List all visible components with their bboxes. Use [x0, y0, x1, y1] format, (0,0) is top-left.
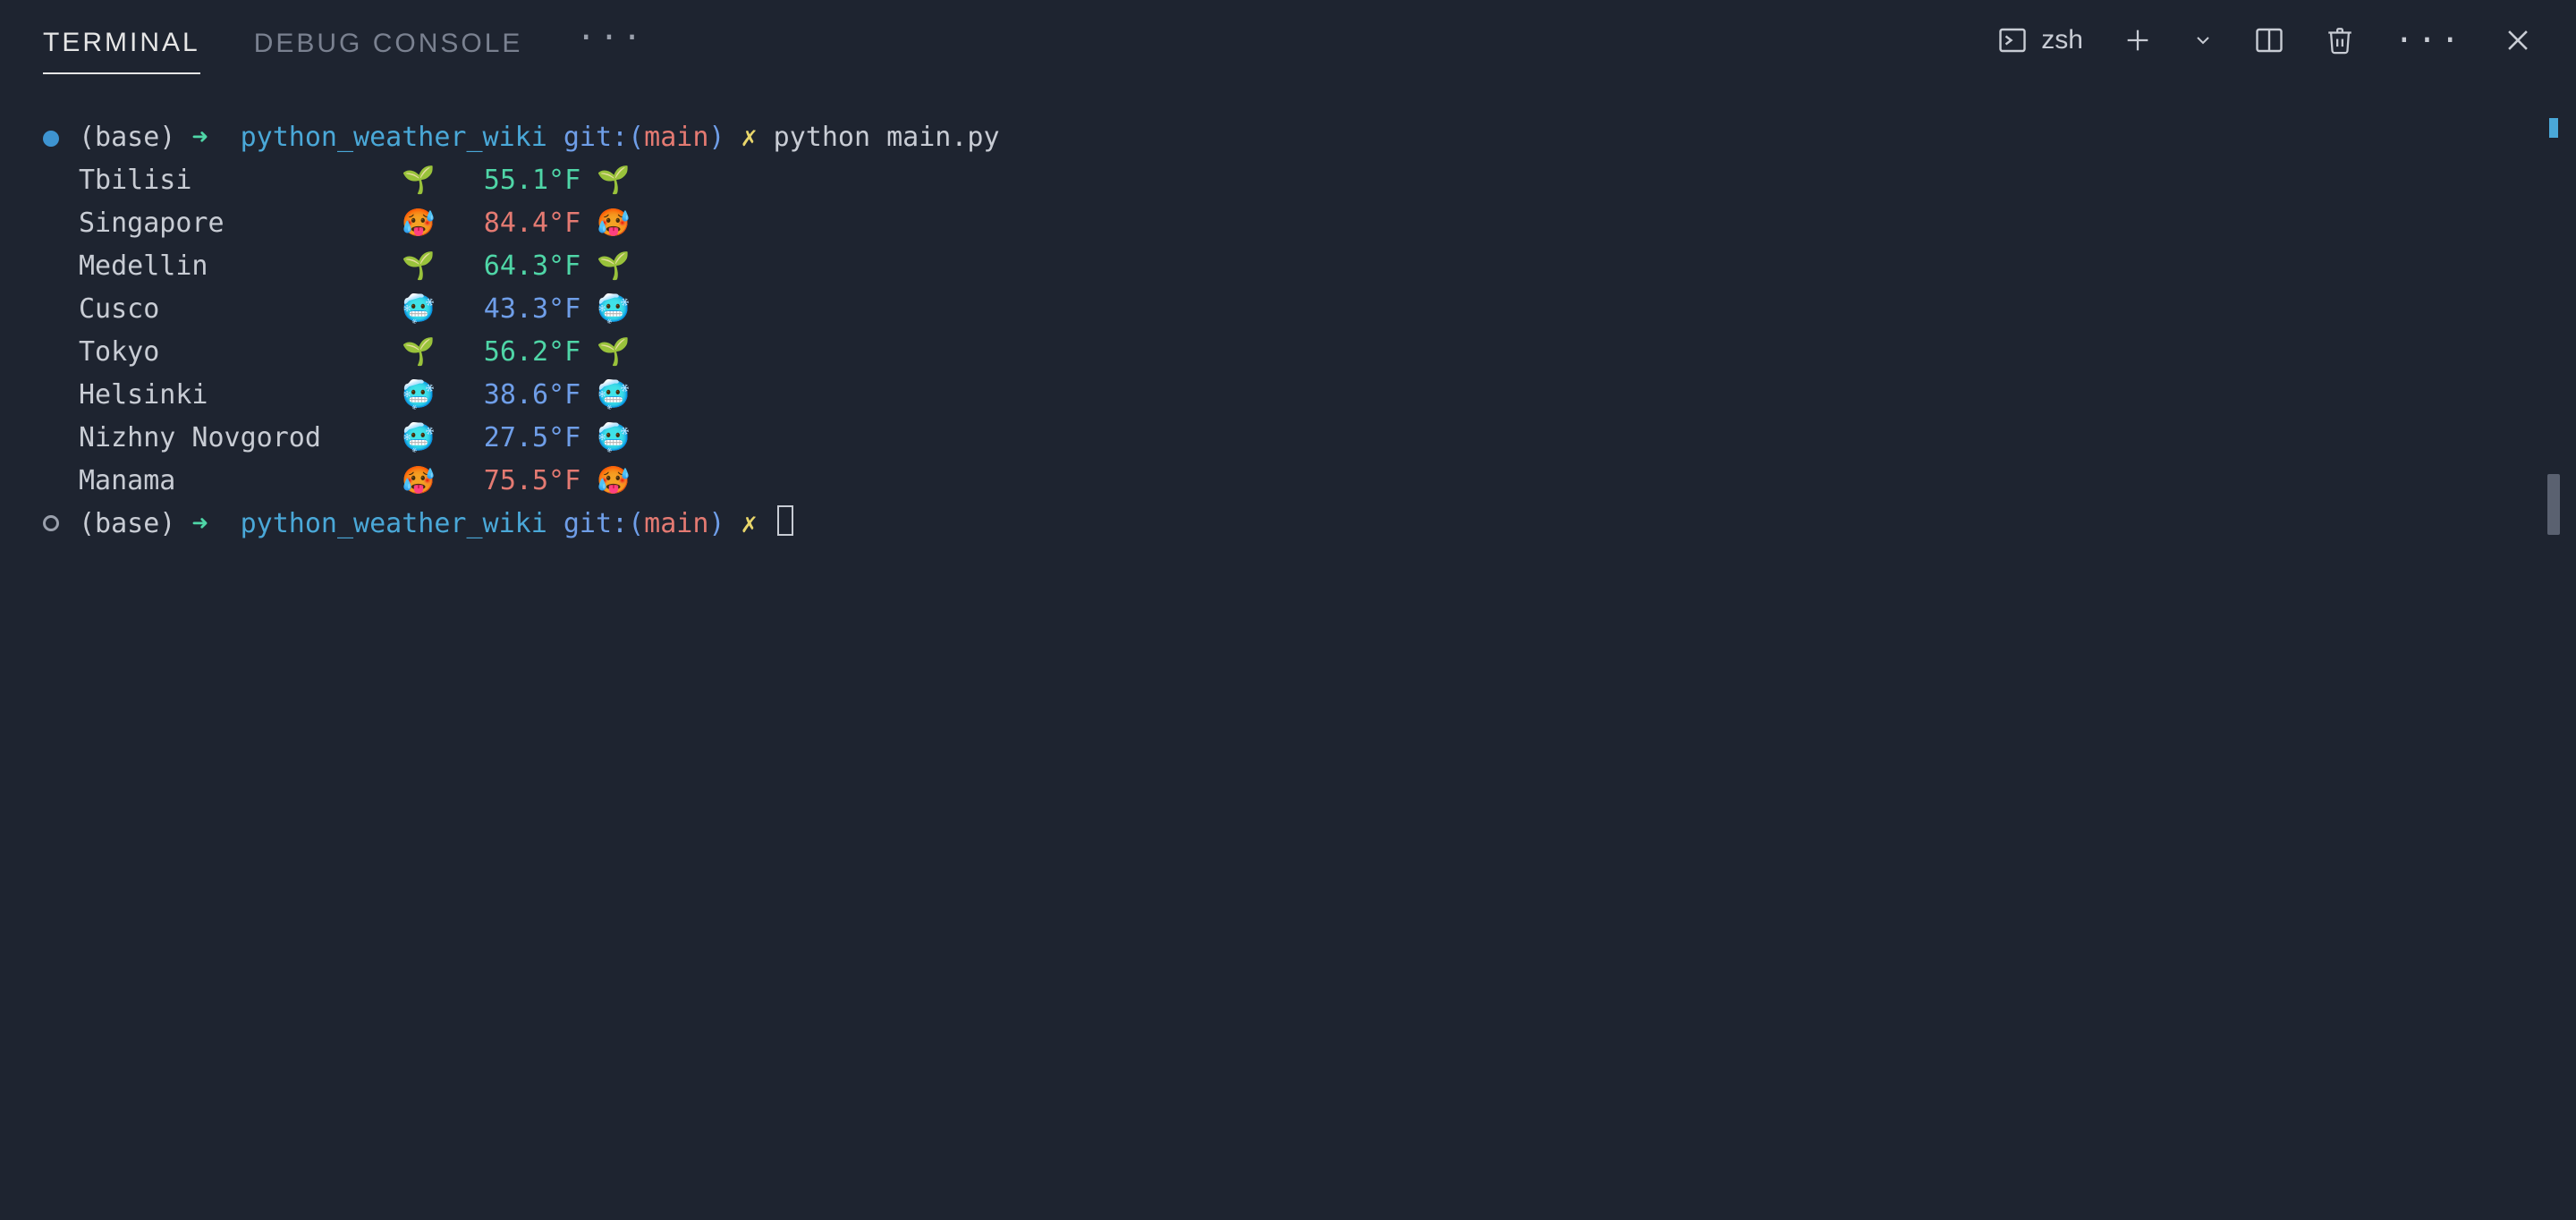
cwd: python_weather_wiki: [241, 122, 547, 153]
git-dirty-icon: ✗: [741, 508, 758, 539]
city-name: Manama: [79, 465, 402, 496]
output-row: Nizhny Novgorod 🥶 27.5°F 🥶: [43, 417, 2533, 460]
city-name: Cusco: [79, 293, 402, 325]
weather-emoji: 🌱: [402, 250, 435, 282]
temperature: 55.1°F: [452, 165, 581, 196]
tabs-overflow-icon[interactable]: ···: [576, 20, 645, 62]
weather-emoji: 🥶: [402, 379, 435, 411]
scrollbar-thumb[interactable]: [2547, 474, 2560, 535]
city-name: Tbilisi: [79, 165, 402, 196]
output-row: Cusco 🥶 43.3°F 🥶: [43, 288, 2533, 331]
git-paren-close: ): [708, 122, 724, 153]
output-row: Helsinki 🥶 38.6°F 🥶: [43, 374, 2533, 417]
kill-terminal-button[interactable]: [2325, 23, 2355, 57]
prompt-line-2: (base) ➜ python_weather_wiki git:(main) …: [43, 503, 2533, 546]
new-terminal-button[interactable]: [2123, 25, 2153, 55]
temperature: 43.3°F: [452, 293, 581, 325]
temperature: 75.5°F: [452, 465, 581, 496]
weather-emoji: 🥵: [402, 465, 435, 496]
prompt-arrow-icon: ➜: [191, 122, 208, 153]
new-terminal-dropdown[interactable]: [2192, 30, 2214, 51]
cursor: [777, 505, 793, 536]
temperature: 38.6°F: [452, 379, 581, 411]
chevron-down-icon: [2192, 30, 2214, 51]
env-label: (base): [79, 508, 175, 539]
weather-emoji: 🥶: [597, 379, 630, 411]
ellipsis-icon: ···: [2394, 22, 2463, 59]
temperature: 64.3°F: [452, 250, 581, 282]
weather-emoji: 🥶: [597, 422, 630, 453]
git-label: git:: [564, 122, 628, 153]
panel-tabs: TERMINAL DEBUG CONSOLE ···: [43, 6, 1961, 74]
git-dirty-icon: ✗: [741, 122, 758, 153]
close-panel-button[interactable]: [2503, 25, 2533, 55]
weather-emoji: 🌱: [597, 336, 630, 368]
city-name: Tokyo: [79, 336, 402, 368]
panel-toolbar: zsh: [1996, 22, 2533, 59]
panel-titlebar: TERMINAL DEBUG CONSOLE ··· zsh: [0, 0, 2576, 80]
shell-indicator[interactable]: zsh: [1996, 24, 2083, 56]
city-name: Singapore: [79, 208, 402, 239]
output-row: Medellin 🌱 64.3°F 🌱: [43, 245, 2533, 288]
command-output: Tbilisi 🌱 55.1°F 🌱Singapore 🥵 84.4°F 🥵Me…: [43, 159, 2533, 503]
close-icon: [2503, 25, 2533, 55]
git-paren-open: (: [628, 508, 644, 539]
weather-emoji: 🌱: [597, 165, 630, 196]
temperature: 56.2°F: [452, 336, 581, 368]
command-text: python main.py: [774, 122, 1000, 153]
output-row: Tokyo 🌱 56.2°F 🌱: [43, 331, 2533, 374]
shell-name: zsh: [2041, 25, 2083, 55]
git-paren-open: (: [628, 122, 644, 153]
panel-more-actions[interactable]: ···: [2394, 22, 2463, 59]
weather-emoji: 🌱: [402, 336, 435, 368]
tab-terminal[interactable]: TERMINAL: [43, 6, 200, 74]
weather-emoji: 🥵: [597, 208, 630, 239]
cwd: python_weather_wiki: [241, 508, 547, 539]
terminal-icon: [1996, 24, 2029, 56]
prompt-line-1: (base) ➜ python_weather_wiki git:(main) …: [43, 116, 2533, 159]
env-label: (base): [79, 122, 175, 153]
scrollbar-marker: [2549, 118, 2558, 138]
split-icon: [2253, 24, 2285, 56]
git-branch: main: [644, 508, 708, 539]
weather-emoji: 🌱: [597, 250, 630, 282]
git-paren-close: ): [708, 508, 724, 539]
weather-emoji: 🥶: [402, 293, 435, 325]
terminal-viewport[interactable]: (base) ➜ python_weather_wiki git:(main) …: [0, 80, 2576, 581]
output-row: Manama 🥵 75.5°F 🥵: [43, 460, 2533, 503]
gutter-dot-changed: [43, 131, 59, 147]
git-branch: main: [644, 122, 708, 153]
git-label: git:: [564, 508, 628, 539]
weather-emoji: 🥵: [402, 208, 435, 239]
weather-emoji: 🥶: [597, 293, 630, 325]
split-terminal-button[interactable]: [2253, 24, 2285, 56]
city-name: Nizhny Novgorod: [79, 422, 402, 453]
gutter-dot-idle: [43, 515, 59, 531]
temperature: 27.5°F: [452, 422, 581, 453]
prompt-arrow-icon: ➜: [191, 508, 208, 539]
trash-icon: [2325, 23, 2355, 57]
weather-emoji: 🥵: [597, 465, 630, 496]
output-row: Singapore 🥵 84.4°F 🥵: [43, 202, 2533, 245]
temperature: 84.4°F: [452, 208, 581, 239]
plus-icon: [2123, 25, 2153, 55]
weather-emoji: 🌱: [402, 165, 435, 196]
tab-debug-console[interactable]: DEBUG CONSOLE: [254, 7, 523, 73]
output-row: Tbilisi 🌱 55.1°F 🌱: [43, 159, 2533, 202]
city-name: Medellin: [79, 250, 402, 282]
weather-emoji: 🥶: [402, 422, 435, 453]
city-name: Helsinki: [79, 379, 402, 411]
